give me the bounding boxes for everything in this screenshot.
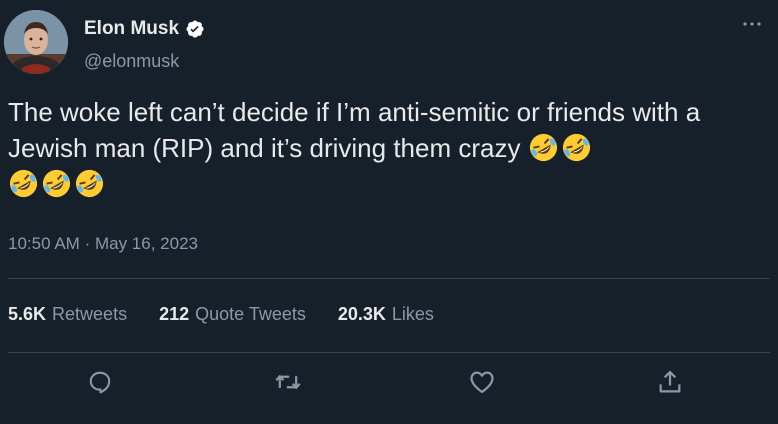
tweet-stats: 5.6K Retweets 212 Quote Tweets 20.3K Lik… [8,304,434,325]
quote-tweets-count: 212 [159,304,190,324]
likes-stat[interactable]: 20.3K Likes [338,304,434,325]
rolling-on-floor-laughing-emoji-icon [8,168,39,199]
reply-icon [89,371,111,394]
retweets-stat[interactable]: 5.6K Retweets [8,304,127,325]
tweet-time: 10:50 AM [8,234,80,253]
likes-count: 20.3K [337,304,386,324]
rolling-on-floor-laughing-emoji-icon [528,132,559,163]
verified-badge-icon [185,19,205,39]
rolling-on-floor-laughing-emoji-icon [561,132,592,163]
timestamp-separator: · [84,234,91,253]
reply-button[interactable] [84,366,116,398]
share-button[interactable] [654,366,686,398]
tweet-actions-bar [0,362,778,406]
retweet-icon [275,375,301,389]
share-icon [659,370,681,393]
quote-tweets-stat[interactable]: 212 Quote Tweets [159,304,306,325]
author-display-name[interactable]: Elon Musk [84,18,179,40]
tweet-date: May 16, 2023 [94,234,198,253]
rolling-on-floor-laughing-emoji-icon [74,168,105,199]
like-button[interactable] [466,366,498,398]
author-handle[interactable]: @elonmusk [84,51,179,72]
likes-label: Likes [391,304,434,324]
retweets-count: 5.6K [8,304,47,324]
heart-icon [470,371,494,394]
retweet-button[interactable] [272,366,304,398]
divider-top [8,278,770,279]
author-name-row: Elon Musk [84,18,205,40]
quote-tweets-label: Quote Tweets [195,304,306,324]
tweet-timestamp[interactable]: 10:50 AM · May 16, 2023 [8,234,198,254]
retweets-label: Retweets [52,304,128,324]
tweet-text: The woke left can’t decide if I’m anti-s… [8,97,701,163]
rolling-on-floor-laughing-emoji-icon [41,168,72,199]
tweet-body: The woke left can’t decide if I’m anti-s… [8,94,768,202]
divider-bottom [8,352,770,353]
tweet-card: Elon Musk @elonmusk The woke left can’t … [0,0,778,424]
avatar[interactable] [4,10,68,74]
more-options-icon[interactable] [740,12,764,36]
